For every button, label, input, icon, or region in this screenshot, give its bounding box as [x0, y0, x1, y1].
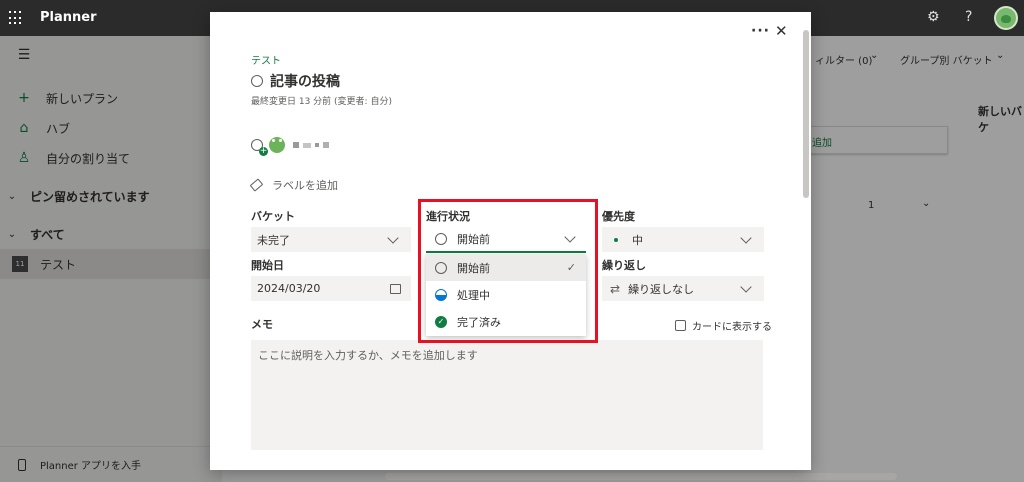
repeat-value: 繰り返しなし: [628, 282, 695, 296]
horizontal-scrollbar[interactable]: [385, 473, 897, 480]
bucket-select[interactable]: 未完了: [251, 227, 411, 252]
more-options-icon[interactable]: ···: [751, 23, 770, 39]
help-icon[interactable]: ?: [965, 9, 972, 25]
chevron-down-icon: [564, 231, 576, 243]
redacted-name-icon: [323, 142, 329, 148]
assignees-row: [251, 137, 333, 156]
repeat-select[interactable]: ⇄ 繰り返しなし: [602, 276, 764, 301]
priority-dot-icon: [614, 237, 618, 242]
status-option-label: 開始前: [457, 261, 490, 275]
calendar-icon[interactable]: [390, 283, 401, 294]
show-on-card-label: カードに表示する: [692, 322, 772, 333]
show-on-card-toggle[interactable]: カードに表示する: [675, 318, 772, 333]
plan-name-link[interactable]: テスト: [251, 52, 281, 67]
show-on-card-checkbox[interactable]: [675, 320, 686, 331]
vertical-scrollbar[interactable]: [803, 30, 809, 198]
add-assignee-icon[interactable]: [251, 139, 268, 156]
start-date-input[interactable]: 2024/03/20: [251, 276, 411, 301]
assignee-avatar[interactable]: [269, 137, 285, 153]
checkmark-icon: ✓: [566, 261, 576, 274]
status-option-not-started[interactable]: 開始前 ✓: [426, 254, 586, 281]
not-started-icon: [435, 261, 447, 274]
status-dropdown: 開始前 ✓ 処理中 ✓ 完了済み: [426, 254, 586, 336]
task-title-text: 記事の投稿: [270, 74, 340, 90]
status-option-label: 処理中: [457, 288, 490, 302]
bucket-value: 未完了: [257, 233, 290, 247]
add-label-button[interactable]: ラベルを追加: [249, 177, 338, 193]
modified-text: 最終変更日 13 分前 (変更者: 自分): [251, 97, 392, 107]
completed-icon: ✓: [435, 315, 447, 328]
app-launcher-icon[interactable]: [9, 11, 23, 25]
status-label: 進行状況: [426, 210, 470, 223]
chevron-down-icon: [740, 280, 752, 293]
repeat-label: 繰り返し: [602, 259, 646, 272]
memo-label: メモ: [251, 318, 273, 331]
avatar[interactable]: [994, 6, 1018, 30]
status-option-completed[interactable]: ✓ 完了済み: [426, 308, 586, 335]
not-started-icon: [435, 233, 447, 245]
redacted-name-icon: [303, 142, 311, 148]
bucket-label: バケット: [251, 210, 295, 223]
tag-icon: [249, 178, 264, 192]
priority-label: 優先度: [602, 210, 635, 223]
app-name[interactable]: Planner: [40, 10, 97, 25]
start-date-label: 開始日: [251, 259, 284, 272]
status-option-label: 完了済み: [457, 315, 501, 329]
close-icon[interactable]: ✕: [775, 22, 788, 40]
status-option-in-progress[interactable]: 処理中: [426, 281, 586, 308]
priority-select[interactable]: 中: [602, 227, 764, 252]
task-title[interactable]: 記事の投稿: [251, 71, 340, 91]
add-label-text: ラベルを追加: [272, 179, 338, 192]
task-details-dialog: ··· ✕ テスト 記事の投稿 最終変更日 13 分前 (変更者: 自分) ラベ…: [210, 12, 811, 470]
redacted-name-icon: [293, 142, 299, 148]
chevron-down-icon: [740, 231, 752, 244]
status-value: 開始前: [457, 233, 490, 246]
priority-value: 中: [632, 233, 643, 247]
memo-textarea[interactable]: ここに説明を入力するか、メモを追加します: [251, 340, 763, 450]
start-date-value: 2024/03/20: [257, 282, 321, 295]
in-progress-icon: [435, 288, 447, 301]
settings-icon[interactable]: ⚙: [927, 9, 940, 25]
complete-task-radio[interactable]: [251, 75, 263, 87]
redacted-name-icon: [315, 143, 319, 147]
repeat-icon: ⇄: [610, 281, 621, 296]
chevron-down-icon: [387, 231, 399, 244]
status-select[interactable]: 開始前: [426, 227, 586, 253]
